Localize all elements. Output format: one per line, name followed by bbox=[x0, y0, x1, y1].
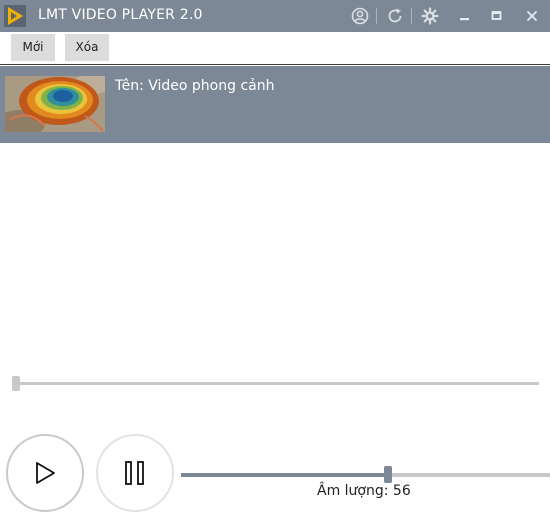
play-button[interactable] bbox=[6, 434, 84, 512]
volume-slider-handle[interactable] bbox=[384, 466, 392, 483]
playlist: Tên: Video phong cảnh bbox=[0, 66, 550, 143]
close-icon[interactable] bbox=[522, 6, 542, 26]
new-button[interactable]: Mới bbox=[11, 34, 55, 61]
app-window: LMT VIDEO PLAYER 2.0 Mới Xóa Tên: Video … bbox=[0, 0, 550, 520]
pause-icon bbox=[125, 461, 144, 485]
delete-button[interactable]: Xóa bbox=[65, 34, 109, 61]
pause-button[interactable] bbox=[96, 434, 174, 512]
title-bar: LMT VIDEO PLAYER 2.0 bbox=[0, 0, 550, 32]
play-icon bbox=[36, 462, 55, 484]
volume-slider-track[interactable] bbox=[388, 473, 550, 477]
user-circle-icon[interactable] bbox=[350, 6, 370, 26]
minimize-icon[interactable] bbox=[455, 6, 475, 26]
video-name-label[interactable]: Tên: Video phong cảnh bbox=[115, 78, 274, 94]
video-thumbnail[interactable] bbox=[5, 76, 105, 132]
titlebar-separator bbox=[376, 8, 377, 24]
titlebar-separator bbox=[411, 8, 412, 24]
refresh-icon[interactable] bbox=[385, 6, 405, 26]
seek-slider-handle[interactable] bbox=[12, 376, 20, 391]
app-logo-icon bbox=[4, 5, 26, 27]
toolbar: Mới Xóa bbox=[0, 32, 550, 65]
maximize-icon[interactable] bbox=[487, 6, 507, 26]
volume-slider-filled[interactable] bbox=[181, 473, 388, 477]
volume-label: Âm lượng: 56 bbox=[317, 483, 411, 499]
gear-icon[interactable] bbox=[420, 6, 440, 26]
video-display[interactable] bbox=[0, 143, 550, 375]
app-title: LMT VIDEO PLAYER 2.0 bbox=[38, 7, 203, 23]
seek-slider-track[interactable] bbox=[14, 382, 539, 385]
